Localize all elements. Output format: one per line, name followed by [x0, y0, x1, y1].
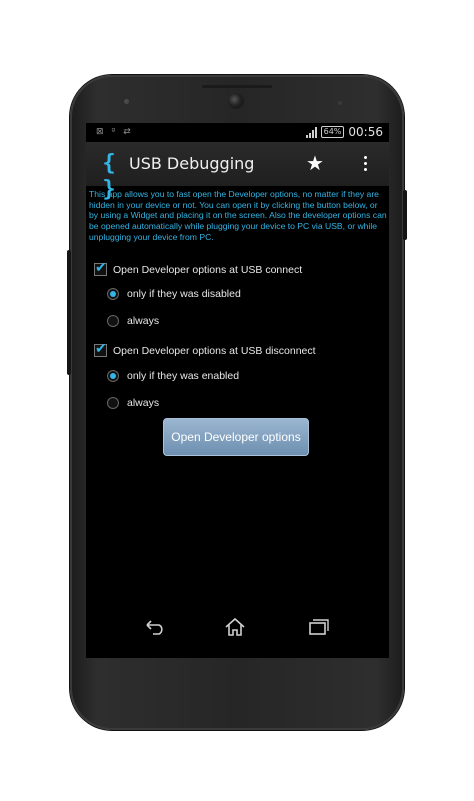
proximity-sensor [338, 101, 342, 105]
app-title: USB Debugging [129, 154, 255, 173]
overflow-menu-icon[interactable] [360, 151, 370, 175]
earpiece [202, 85, 272, 88]
radio-disconnect-always[interactable]: always [107, 397, 159, 409]
volume-button [67, 250, 71, 375]
recent-apps-icon[interactable] [308, 619, 330, 635]
radio-unselected-icon[interactable] [107, 397, 119, 409]
star-icon[interactable]: ★ [306, 151, 324, 175]
checkbox-label: Open Developer options at USB connect [113, 263, 303, 276]
back-icon[interactable] [144, 619, 166, 635]
radio-disconnect-only-enabled[interactable]: only if they was enabled [107, 370, 239, 382]
battery-icon: 64% [320, 126, 345, 138]
checkbox-checked-icon[interactable] [94, 340, 107, 357]
notification-icons: ⊠ ᵍ ⇄ [96, 127, 131, 137]
usb-icon: ⇄ [123, 127, 131, 137]
clock: 00:56 [348, 125, 383, 139]
description-text: This app allows you to fast open the Dev… [89, 189, 387, 242]
radio-label: only if they was disabled [127, 288, 241, 300]
radio-label: only if they was enabled [127, 370, 240, 382]
radio-selected-icon[interactable] [107, 370, 119, 382]
screen: ⊠ ᵍ ⇄ 64% 00:56 { } USB Debugging ★ This… [86, 123, 389, 658]
open-developer-options-button[interactable]: Open Developer options [163, 418, 309, 456]
radio-unselected-icon[interactable] [107, 315, 119, 327]
radio-label: always [127, 397, 160, 409]
radio-selected-icon[interactable] [107, 288, 119, 300]
signal-icon: ᵍ [111, 127, 116, 137]
power-button [403, 190, 407, 240]
radio-connect-always[interactable]: always [107, 315, 159, 327]
radio-connect-only-disabled[interactable]: only if they was disabled [107, 288, 241, 300]
signal-strength-icon [305, 126, 317, 138]
radio-label: always [127, 315, 160, 327]
home-icon[interactable] [224, 617, 246, 637]
status-bar: ⊠ ᵍ ⇄ 64% 00:56 [86, 123, 389, 142]
notification-icon: ⊠ [96, 127, 104, 137]
checkbox-usb-disconnect[interactable]: Open Developer options at USB disconnect [94, 340, 316, 357]
checkbox-label: Open Developer options at USB disconnect [113, 344, 316, 357]
front-camera [228, 93, 244, 109]
checkbox-checked-icon[interactable] [94, 259, 107, 276]
checkbox-usb-connect[interactable]: Open Developer options at USB connect [94, 259, 303, 276]
navigation-bar [86, 605, 389, 658]
app-icon[interactable]: { } [96, 151, 122, 202]
status-right: 64% 00:56 [305, 125, 383, 139]
sensor-dot [124, 99, 129, 104]
action-bar: { } USB Debugging ★ [86, 142, 389, 202]
phone-frame: ⊠ ᵍ ⇄ 64% 00:56 { } USB Debugging ★ This… [67, 75, 407, 730]
